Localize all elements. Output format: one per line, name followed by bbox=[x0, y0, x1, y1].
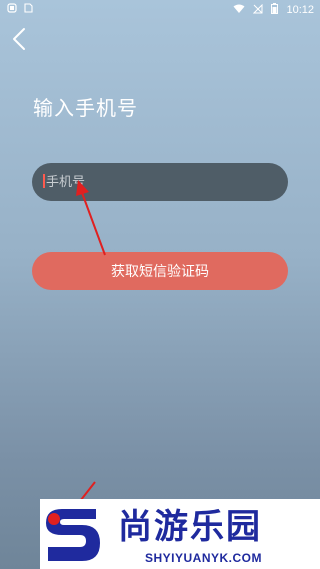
annotation-arrow-icon bbox=[76, 180, 106, 256]
watermark-logo-icon bbox=[46, 509, 100, 561]
status-bar: 10:12 bbox=[0, 0, 320, 20]
notification-icon bbox=[7, 3, 17, 16]
watermark: 尚游乐园 SHYIYUANYK.COM bbox=[40, 499, 320, 569]
text-cursor bbox=[43, 174, 45, 188]
back-button[interactable] bbox=[8, 26, 32, 52]
battery-icon bbox=[271, 3, 279, 17]
status-time: 10:12 bbox=[286, 4, 314, 16]
page-title: 输入手机号 bbox=[33, 96, 138, 120]
wifi-icon bbox=[233, 4, 245, 17]
no-signal-icon bbox=[253, 3, 263, 17]
watermark-english-text: SHYIYUANYK.COM bbox=[145, 551, 263, 565]
sim-icon bbox=[23, 3, 33, 16]
watermark-chinese-text: 尚游乐园 bbox=[118, 507, 262, 547]
back-arrow-icon bbox=[13, 28, 25, 50]
